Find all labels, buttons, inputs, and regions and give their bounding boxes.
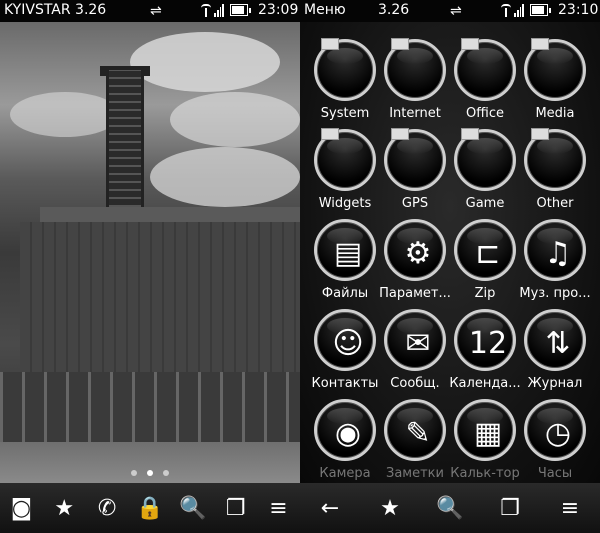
folder-tab-icon — [321, 38, 339, 50]
folder-icon — [384, 128, 446, 191]
calculator-icon: ▦ — [454, 399, 516, 461]
favorites-icon[interactable]: ★ — [49, 493, 79, 523]
folder-icon — [524, 128, 586, 191]
signal-strength-icon — [214, 4, 224, 17]
clock-icon-glyph: ◷ — [544, 415, 572, 451]
calendar-icon: 12 — [454, 309, 516, 371]
clock-time: 23:10 — [558, 2, 599, 18]
page-dot — [163, 470, 169, 476]
menu-item-label: Other — [536, 196, 574, 211]
files-icon: ▤ — [314, 219, 376, 281]
status-bar: KYIVSTAR 3.26 ⇌ 23:09 — [0, 0, 300, 22]
back-arrow-icon[interactable]: ← — [315, 493, 345, 523]
search-icon[interactable]: 🔍 — [178, 493, 208, 523]
operator-name: KYIVSTAR 3.26 — [4, 2, 107, 18]
calendar-icon-glyph: 12 — [468, 325, 508, 361]
folder-icon — [314, 38, 376, 101]
lock-icon[interactable]: 🔒 — [135, 493, 165, 523]
settings-gears-icon: ⚙ — [384, 219, 446, 281]
files-icon-glyph: ▤ — [333, 235, 363, 271]
usb-icon: ⇌ — [150, 3, 162, 19]
settings-gears-icon-glyph: ⚙ — [404, 235, 432, 271]
folder-icon — [384, 38, 446, 101]
app-grid-icon[interactable]: ◙ — [6, 493, 36, 523]
menu-screen: Меню 3.26 ⇌ 23:10 System Internet Office Me… — [300, 0, 600, 533]
calculator-icon-glyph: ▦ — [473, 415, 503, 451]
favorites-icon[interactable]: ★ — [375, 493, 405, 523]
folder-tab-icon — [391, 128, 409, 140]
version-label: 3.26 — [378, 2, 410, 18]
clock-icon: ◷ — [524, 399, 586, 461]
menu-item-label: Media — [535, 106, 575, 121]
zip-clamp-icon: ⊏ — [454, 219, 516, 281]
messages-icon-glyph: ✉ — [405, 325, 431, 361]
page-dot — [131, 470, 137, 476]
camera-icon-glyph: ◉ — [334, 415, 362, 451]
battery-icon — [230, 4, 251, 16]
task-switcher-icon[interactable]: ❐ — [221, 493, 251, 523]
folder-tab-icon — [531, 128, 549, 140]
log-icon: ⇅ — [524, 309, 586, 371]
music-icon: ♫ — [524, 219, 586, 281]
antenna-icon — [200, 4, 212, 17]
messages-icon: ✉ — [384, 309, 446, 371]
camera-icon: ◉ — [314, 399, 376, 461]
log-icon-glyph: ⇅ — [545, 325, 571, 361]
usb-icon: ⇌ — [450, 3, 462, 19]
menu-item-label: Журнал — [527, 376, 583, 391]
page-indicator[interactable] — [0, 470, 300, 476]
folder-tab-icon — [531, 38, 549, 50]
music-icon-glyph: ♫ — [544, 235, 572, 271]
wallpaper-image — [0, 22, 300, 483]
status-bar: Меню 3.26 ⇌ 23:10 — [300, 0, 600, 22]
folder-icon — [314, 128, 376, 191]
menu-title: Меню — [304, 2, 346, 18]
folder-tab-icon — [391, 38, 409, 50]
phone-icon[interactable]: ✆ — [92, 493, 122, 523]
battery-icon — [530, 4, 551, 16]
folder-tab-icon — [461, 38, 479, 50]
page-dot-active — [147, 470, 153, 476]
menu-grid: System Internet Office Media Widgets GPS Game O… — [300, 22, 600, 483]
notes-icon-glyph: ✎ — [405, 415, 431, 451]
clock-time: 23:09 — [258, 2, 299, 18]
antenna-icon — [500, 4, 512, 17]
folder-tab-icon — [461, 128, 479, 140]
contacts-icon: ☺ — [314, 309, 376, 371]
task-switcher-icon[interactable]: ❐ — [495, 493, 525, 523]
menu-icon[interactable]: ≡ — [555, 493, 585, 523]
menu-item-label: Муз. про... — [519, 286, 591, 301]
folder-icon — [454, 128, 516, 191]
notes-icon: ✎ — [384, 399, 446, 461]
search-icon[interactable]: 🔍 — [435, 493, 465, 523]
folder-icon — [524, 38, 586, 101]
menu-icon[interactable]: ≡ — [263, 493, 293, 523]
menu-item-label: Часы — [537, 466, 573, 481]
zip-clamp-icon-glyph: ⊏ — [475, 235, 501, 271]
signal-strength-icon — [514, 4, 524, 17]
menu-toolbar: ← ★ 🔍 ❐ ≡ — [300, 483, 600, 533]
home-toolbar: ◙ ★ ✆ 🔒 🔍 ❐ ≡ — [0, 483, 300, 533]
folder-tab-icon — [321, 128, 339, 140]
folder-icon — [454, 38, 516, 101]
contacts-icon-glyph: ☺ — [332, 325, 364, 361]
home-screen: KYIVSTAR 3.26 ⇌ 23:09 ◙ ★ ✆ 🔒 🔍 ❐ ≡ — [0, 0, 300, 533]
